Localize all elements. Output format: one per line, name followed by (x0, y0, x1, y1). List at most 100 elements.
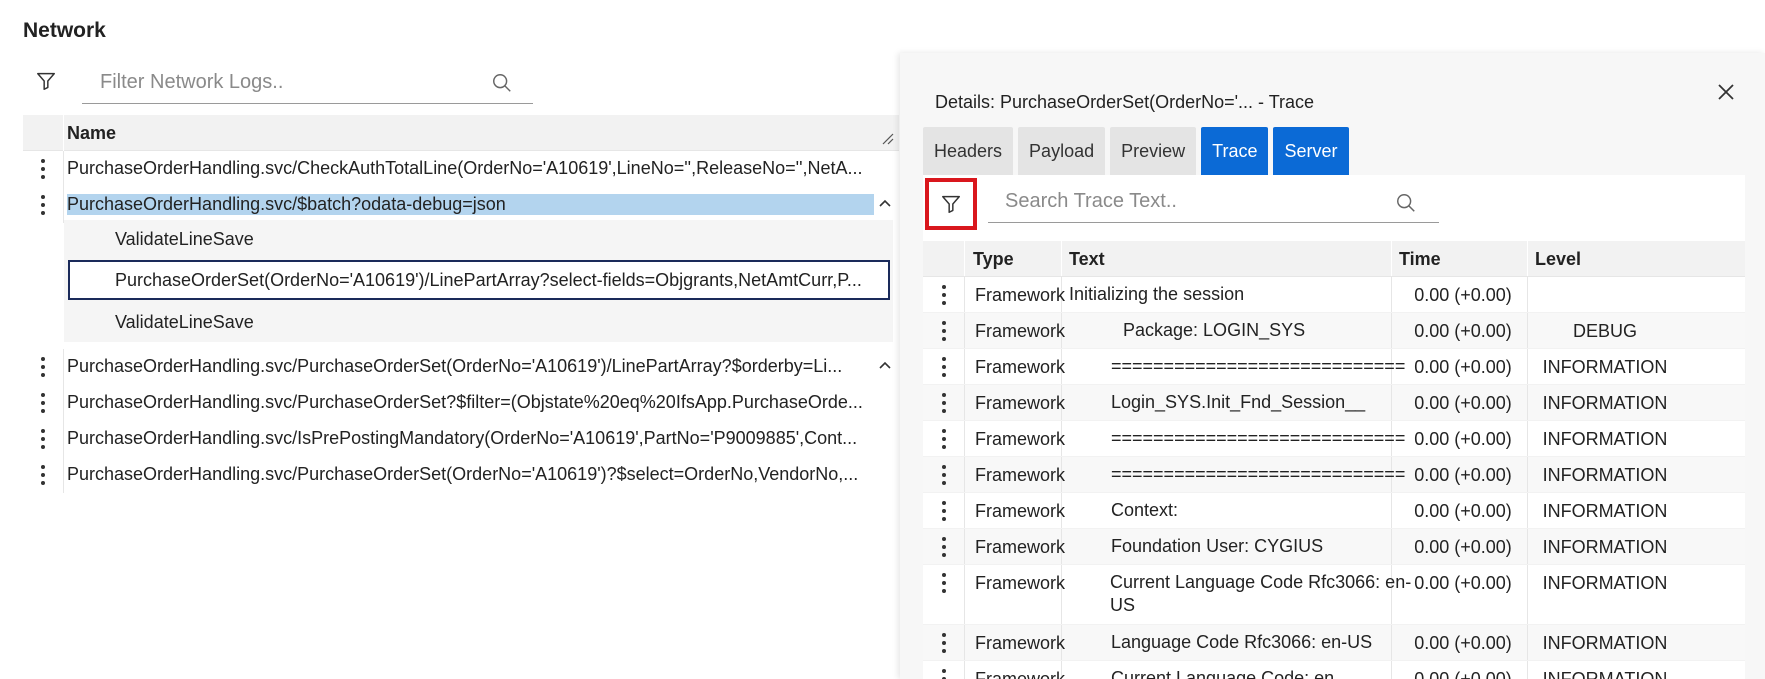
trace-row[interactable]: Framework Context: 0.00 (+0.00) INFORMATION (923, 493, 1745, 529)
kebab-icon[interactable] (934, 571, 954, 595)
batch-child-focused[interactable]: PurchaseOrderSet(OrderNo='A10619')/LineP… (68, 260, 890, 300)
chevron-up-icon[interactable] (877, 193, 893, 213)
trace-search (988, 181, 1439, 223)
batch-child-item[interactable]: ValidateLineSave (115, 229, 254, 250)
trace-time: 0.00 (+0.00) (1414, 501, 1512, 521)
search-icon[interactable] (491, 72, 513, 94)
network-row-name[interactable]: PurchaseOrderHandling.svc/IsPrePostingMa… (67, 428, 887, 449)
trace-row[interactable]: Framework Language Code Rfc3066: en-US 0.0… (923, 625, 1745, 661)
trace-row[interactable]: Framework ============================ 0.0… (923, 349, 1745, 385)
trace-row[interactable]: Framework Foundation User: CYGIUS 0.00 (+0… (923, 529, 1745, 565)
tab-server[interactable]: Server (1273, 127, 1349, 175)
trace-type: Framework (975, 669, 1066, 679)
kebab-icon[interactable] (934, 631, 954, 655)
network-row[interactable]: PurchaseOrderHandling.svc/PurchaseOrderS… (23, 349, 899, 385)
filter-button[interactable] (34, 69, 58, 93)
kebab-icon[interactable] (934, 319, 954, 343)
column-header-type[interactable]: Type (973, 249, 1014, 270)
trace-row[interactable]: Framework ============================ 0.0… (923, 421, 1745, 457)
trace-row[interactable]: Framework Login_SYS.Init_Fnd_Session__ 0.0… (923, 385, 1745, 421)
kebab-icon[interactable] (33, 427, 53, 451)
trace-filter-button[interactable] (925, 178, 977, 230)
kebab-icon[interactable] (934, 427, 954, 451)
trace-type: Framework (975, 393, 1066, 413)
network-row[interactable]: PurchaseOrderHandling.svc/IsPrePostingMa… (23, 421, 899, 457)
kebab-icon[interactable] (934, 667, 954, 679)
resize-handle-icon[interactable] (881, 132, 895, 146)
network-row[interactable]: PurchaseOrderHandling.svc/CheckAuthTotal… (23, 151, 899, 187)
kebab-icon[interactable] (33, 157, 53, 181)
tab-headers[interactable]: Headers (923, 127, 1014, 175)
batch-child-item[interactable]: ValidateLineSave (115, 312, 254, 333)
kebab-icon[interactable] (934, 499, 954, 523)
trace-table: Type Text Time Level Framework Initializi… (923, 241, 1745, 679)
trace-text: Initializing the session (1069, 284, 1245, 304)
kebab-icon[interactable] (33, 391, 53, 415)
column-header-text[interactable]: Text (1069, 249, 1105, 270)
network-row-name[interactable]: PurchaseOrderHandling.svc/PurchaseOrderS… (67, 392, 887, 413)
network-search-input[interactable] (82, 62, 533, 103)
close-icon[interactable] (1715, 81, 1737, 103)
trace-row[interactable]: Framework Current Language Code Rfc3066: … (923, 565, 1745, 625)
tab-preview[interactable]: Preview (1110, 127, 1197, 175)
network-row-name[interactable]: PurchaseOrderHandling.svc/$batch?odata-d… (67, 194, 874, 215)
trace-time: 0.00 (+0.00) (1414, 633, 1512, 653)
tab-payload[interactable]: Payload (1018, 127, 1106, 175)
trace-level: INFORMATION (1542, 633, 1668, 653)
network-row-name[interactable]: PurchaseOrderHandling.svc/PurchaseOrderS… (67, 464, 887, 485)
trace-row[interactable]: Framework Current Language Code: en 0.00 (… (923, 661, 1745, 679)
trace-type: Framework (975, 321, 1066, 341)
trace-level: INFORMATION (1542, 501, 1668, 521)
trace-level: DEBUG (1572, 321, 1637, 341)
network-row[interactable]: PurchaseOrderHandling.svc/PurchaseOrderS… (23, 385, 899, 421)
trace-row[interactable]: Framework Package: LOGIN_SYS 0.00 (+0.00) D… (923, 313, 1745, 349)
network-row-name[interactable]: PurchaseOrderHandling.svc/PurchaseOrderS… (67, 356, 867, 377)
kebab-icon[interactable] (934, 283, 954, 307)
trace-row[interactable]: Framework Initializing the session 0.00 (+… (923, 277, 1745, 313)
trace-text: Foundation User: CYGIUS (1111, 536, 1324, 556)
batch-child-item[interactable]: PurchaseOrderSet(OrderNo='A10619')/LineP… (115, 270, 885, 291)
column-header-time[interactable]: Time (1399, 249, 1441, 270)
trace-level: INFORMATION (1542, 393, 1668, 413)
details-title: Details: PurchaseOrderSet(OrderNo='... -… (935, 92, 1315, 112)
trace-level: INFORMATION (1542, 669, 1668, 679)
trace-type: Framework (975, 633, 1066, 653)
column-header-level[interactable]: Level (1535, 249, 1581, 270)
kebab-icon[interactable] (934, 355, 954, 379)
trace-time: 0.00 (+0.00) (1414, 285, 1512, 305)
trace-level: INFORMATION (1542, 573, 1668, 593)
network-row-selected[interactable]: PurchaseOrderHandling.svc/$batch?odata-d… (23, 187, 899, 223)
kebab-icon[interactable] (934, 463, 954, 487)
trace-time: 0.00 (+0.00) (1414, 393, 1512, 413)
trace-level: INFORMATION (1542, 429, 1668, 449)
page-title: Network (23, 19, 106, 42)
trace-type: Framework (975, 429, 1066, 449)
trace-type: Framework (975, 465, 1066, 485)
trace-time: 0.00 (+0.00) (1414, 537, 1512, 557)
trace-text: ============================ (1111, 356, 1406, 376)
network-row-name[interactable]: PurchaseOrderHandling.svc/CheckAuthTotal… (67, 158, 887, 179)
network-row[interactable]: PurchaseOrderHandling.svc/PurchaseOrderS… (23, 457, 899, 493)
trace-text: Current Language Code: en (1111, 668, 1335, 679)
chevron-up-icon[interactable] (877, 355, 893, 375)
network-search (82, 62, 533, 104)
search-icon[interactable] (1395, 192, 1417, 214)
kebab-icon[interactable] (934, 535, 954, 559)
trace-row[interactable]: Framework ============================ 0.0… (923, 457, 1745, 493)
tab-trace[interactable]: Trace (1201, 127, 1269, 175)
trace-search-input[interactable] (988, 181, 1439, 222)
details-tabs: Headers Payload Preview Trace Server (923, 127, 1349, 175)
trace-type: Framework (975, 501, 1066, 521)
filter-icon (37, 72, 55, 90)
kebab-icon[interactable] (33, 193, 53, 217)
trace-time: 0.00 (+0.00) (1414, 321, 1512, 341)
kebab-icon[interactable] (33, 463, 53, 487)
trace-time: 0.00 (+0.00) (1414, 429, 1512, 449)
trace-level: INFORMATION (1542, 537, 1668, 557)
kebab-icon[interactable] (33, 355, 53, 379)
filter-icon (942, 195, 960, 213)
trace-rows: Framework Initializing the session 0.00 (+… (923, 277, 1745, 679)
column-header-name[interactable]: Name (67, 123, 116, 144)
kebab-icon[interactable] (934, 391, 954, 415)
trace-text: Context: (1111, 500, 1179, 520)
